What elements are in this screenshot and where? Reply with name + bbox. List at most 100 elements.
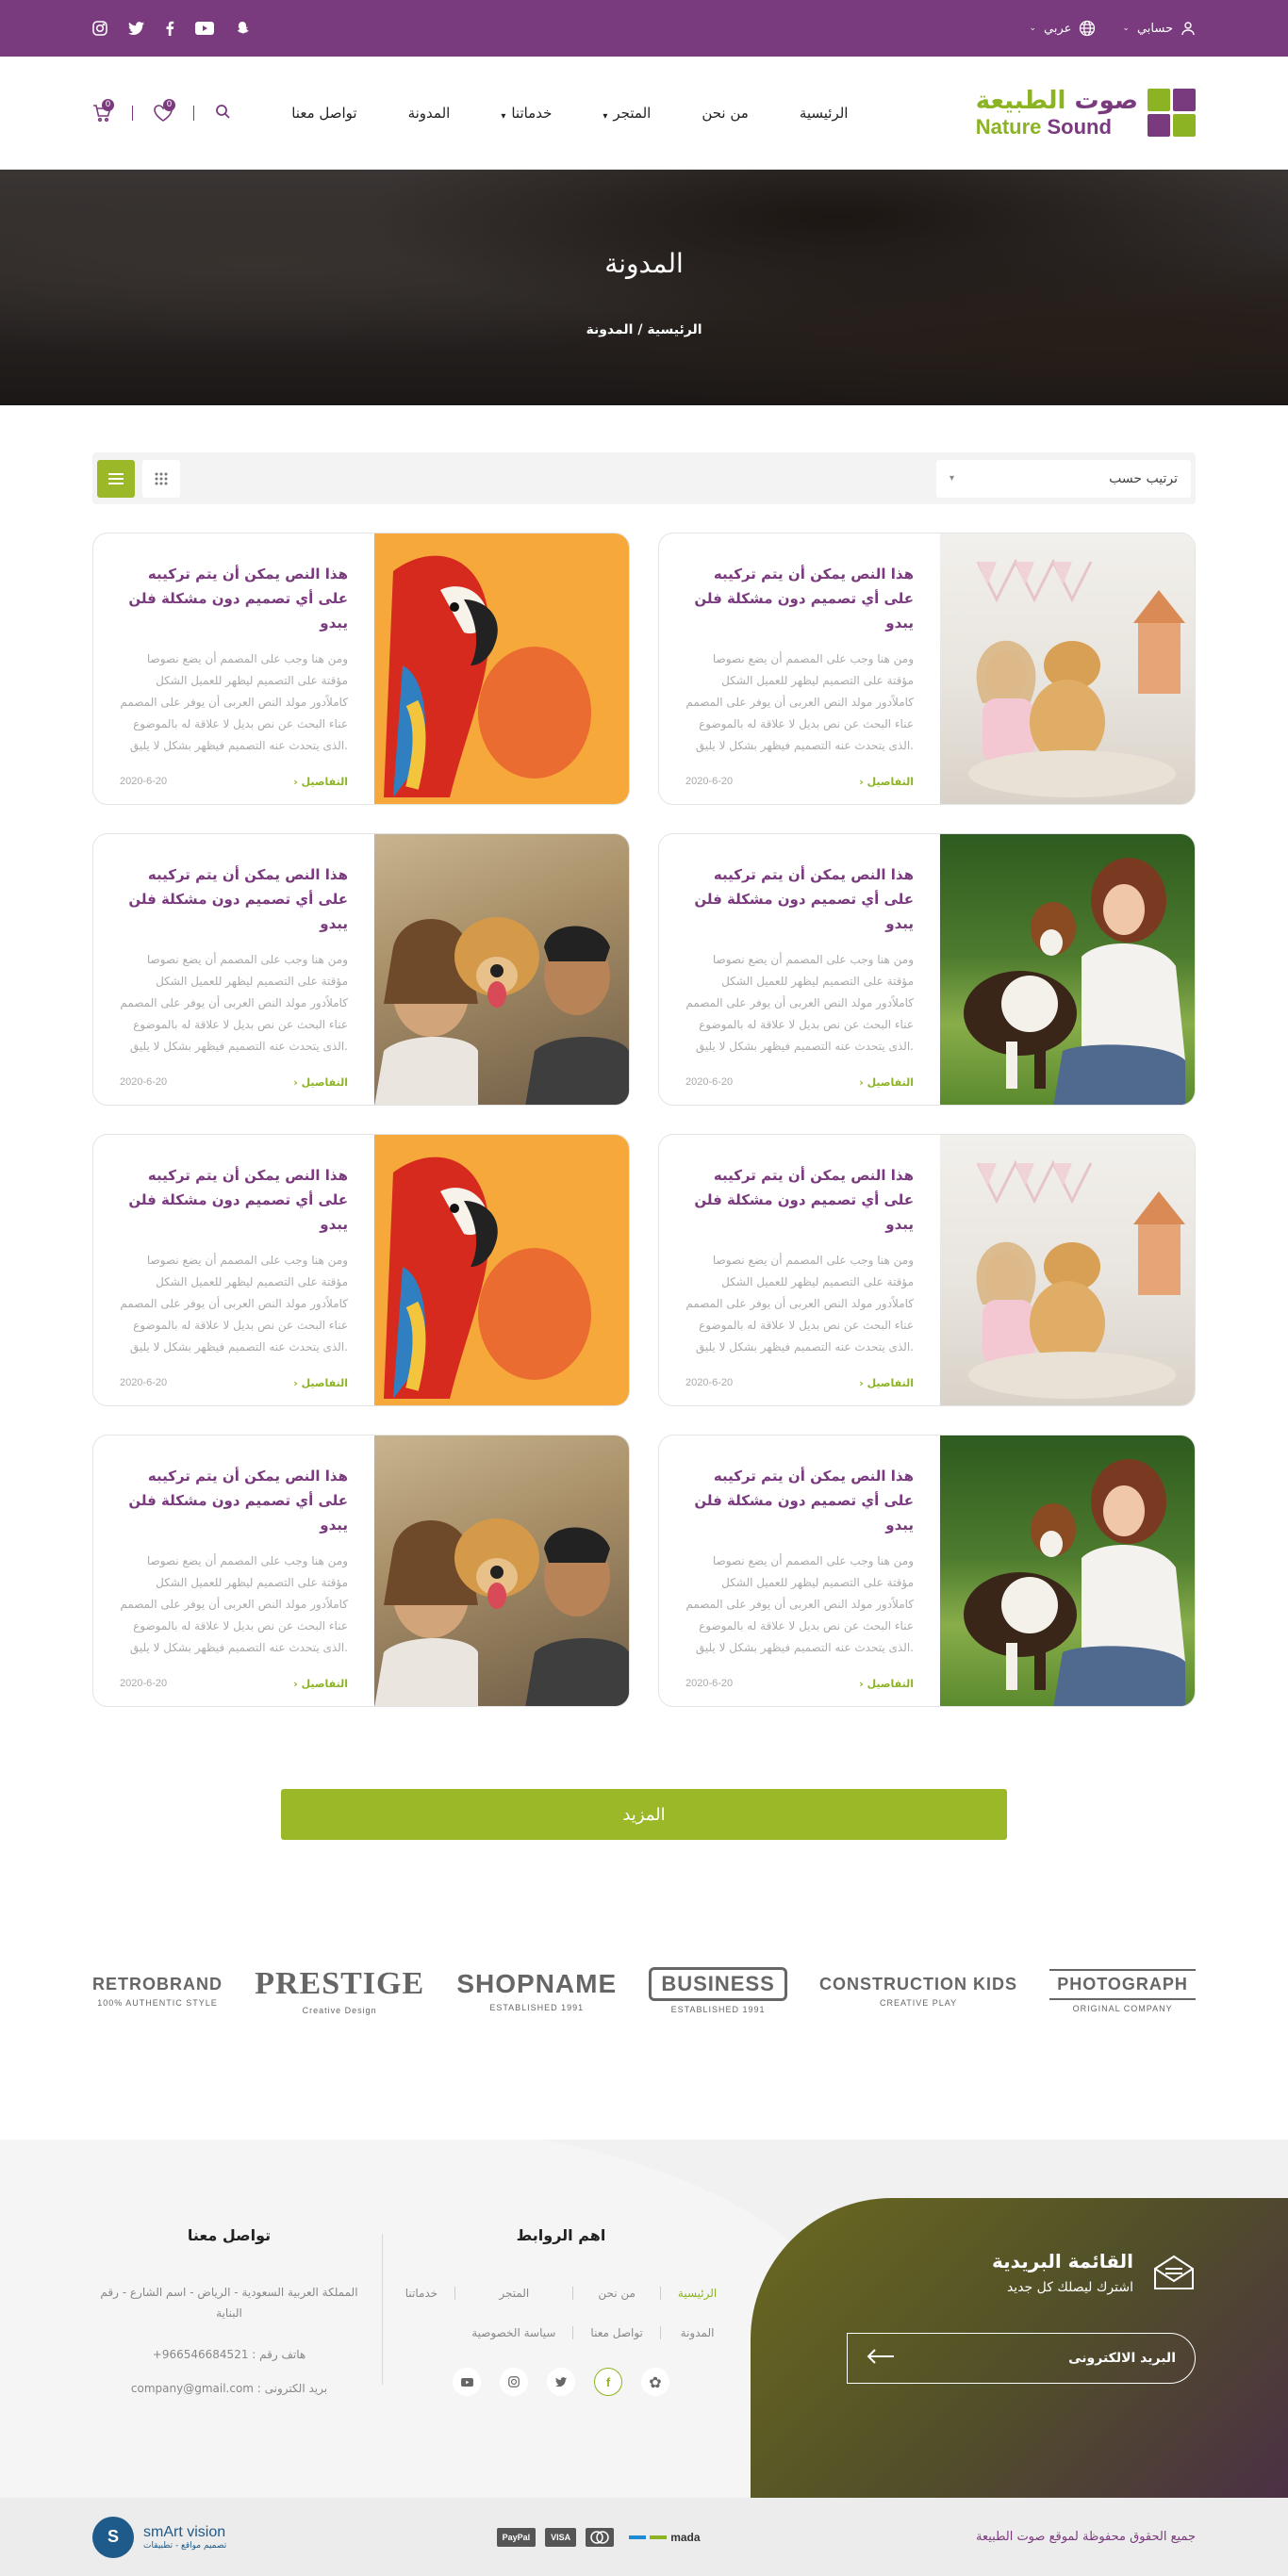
nav-item-services[interactable]: خدماتنا ▾ bbox=[501, 104, 553, 123]
twitter-icon[interactable] bbox=[128, 22, 144, 35]
chevron-left-icon: ‹ bbox=[859, 776, 864, 788]
blog-title[interactable]: هذا النص يمكن أن يتم تركيبه على أي تصميم… bbox=[685, 1163, 914, 1237]
details-link[interactable]: التفاصيل ‹ bbox=[293, 1678, 348, 1690]
blog-image[interactable] bbox=[940, 1436, 1195, 1706]
blog-card[interactable]: هذا النص يمكن أن يتم تركيبه على أي تصميم… bbox=[92, 1134, 630, 1406]
blog-card[interactable]: هذا النص يمكن أن يتم تركيبه على أي تصميم… bbox=[658, 533, 1196, 805]
blog-card[interactable]: هذا النص يمكن أن يتم تركيبه على أي تصميم… bbox=[92, 1435, 630, 1707]
blog-meta: التفاصيل ‹ 2020-6-20 bbox=[120, 776, 348, 788]
footer-link-home[interactable]: الرئيسية bbox=[659, 2287, 734, 2300]
nav-item-contact[interactable]: تواصل معنا bbox=[291, 105, 356, 122]
contact-email[interactable]: بريد الكترونى : company@gmail.com bbox=[92, 2378, 366, 2399]
site-logo[interactable]: صوت الطبيعة Nature Sound bbox=[976, 89, 1196, 138]
footer-link-contact[interactable]: تواصل معنا bbox=[572, 2326, 659, 2339]
blog-title[interactable]: هذا النص يمكن أن يتم تركيبه على أي تصميم… bbox=[685, 862, 914, 936]
blog-card[interactable]: هذا النص يمكن أن يتم تركيبه على أي تصميم… bbox=[658, 1134, 1196, 1406]
logo-wordmark: صوت الطبيعة Nature Sound bbox=[976, 89, 1138, 138]
details-link[interactable]: التفاصيل ‹ bbox=[293, 1076, 348, 1089]
details-link[interactable]: التفاصيل ‹ bbox=[859, 1678, 914, 1690]
blog-card[interactable]: هذا النص يمكن أن يتم تركيبه على أي تصميم… bbox=[92, 833, 630, 1106]
details-link[interactable]: التفاصيل ‹ bbox=[859, 1377, 914, 1389]
instagram-icon[interactable] bbox=[500, 2368, 528, 2396]
blog-image[interactable] bbox=[374, 834, 629, 1105]
details-link[interactable]: التفاصيل ‹ bbox=[859, 776, 914, 788]
blog-image[interactable] bbox=[374, 1135, 629, 1405]
details-link[interactable]: التفاصيل ‹ bbox=[293, 776, 348, 788]
nav-label: المتجر bbox=[613, 104, 652, 122]
chevron-left-icon: ‹ bbox=[293, 1678, 298, 1690]
blog-title[interactable]: هذا النص يمكن أن يتم تركيبه على أي تصميم… bbox=[120, 862, 348, 936]
blog-excerpt: ومن هنا وجب على المصمم أن يضع نصوصا مؤقت… bbox=[685, 953, 914, 1053]
language-label: عربي bbox=[1044, 21, 1072, 36]
blog-title[interactable]: هذا النص يمكن أن يتم تركيبه على أي تصميم… bbox=[120, 1163, 348, 1237]
blog-title[interactable]: هذا النص يمكن أن يتم تركيبه على أي تصميم… bbox=[685, 1464, 914, 1537]
blog-body: هذا النص يمكن أن يتم تركيبه على أي تصميم… bbox=[659, 834, 940, 1105]
blog-image[interactable] bbox=[940, 533, 1195, 804]
main-header: صوت الطبيعة Nature Sound الرئيسية من نحن… bbox=[0, 57, 1288, 170]
snapchat-icon[interactable] bbox=[235, 21, 250, 36]
facebook-icon[interactable] bbox=[165, 21, 174, 36]
cart-button[interactable]: 0 bbox=[92, 98, 115, 122]
blog-image[interactable] bbox=[940, 834, 1195, 1105]
mada-logo: mada bbox=[623, 2528, 705, 2547]
footer-link-about[interactable]: من نحن bbox=[572, 2287, 659, 2300]
blog-card[interactable]: هذا النص يمكن أن يتم تركيبه على أي تصميم… bbox=[658, 1435, 1196, 1707]
newsletter-email-field[interactable]: البريد الالكترونى bbox=[847, 2333, 1196, 2384]
footer-link-services[interactable]: خدماتنا bbox=[388, 2287, 454, 2300]
footer-links-title: اهم الروابط bbox=[516, 2226, 606, 2244]
footer-link-shop[interactable]: المتجر bbox=[454, 2287, 572, 2300]
smart-vision-logo-icon: S bbox=[92, 2516, 134, 2558]
blog-title[interactable]: هذا النص يمكن أن يتم تركيبه على أي تصميم… bbox=[685, 562, 914, 635]
nav-item-blog[interactable]: المدونة bbox=[408, 105, 451, 122]
cart-count: 0 bbox=[102, 98, 115, 111]
blog-card[interactable]: هذا النص يمكن أن يتم تركيبه على أي تصميم… bbox=[92, 533, 630, 805]
blog-image[interactable] bbox=[374, 1436, 629, 1706]
brand-logo[interactable]: CONSTRUCTION KIDS CREATIVE PLAY bbox=[819, 1975, 1017, 2008]
facebook-icon[interactable]: f bbox=[594, 2368, 622, 2396]
brand-logo[interactable]: SHOPNAME ESTABLISHED 1991 bbox=[456, 1969, 617, 2012]
sort-select[interactable]: ترتيب حسب ▾ bbox=[936, 459, 1191, 498]
language-menu[interactable]: عربي ⌄ bbox=[1029, 20, 1096, 37]
blog-body: هذا النص يمكن أن يتم تركيبه على أي تصميم… bbox=[93, 533, 374, 804]
twitter-icon[interactable] bbox=[547, 2368, 575, 2396]
footer-links: اهم الروابط الرئيسية من نحن المتجر خدمات… bbox=[387, 2226, 735, 2396]
grid-view-button[interactable] bbox=[142, 459, 180, 498]
brand-logo[interactable]: PRESTIGE Creative Design bbox=[255, 1966, 424, 2015]
load-more-button[interactable]: المزيد bbox=[281, 1789, 1007, 1840]
brand-logo[interactable]: RETROBRAND 100% AUTHENTIC STYLE bbox=[92, 1975, 223, 2008]
nav-item-shop[interactable]: المتجر ▾ bbox=[603, 104, 652, 123]
contact-phone[interactable]: هاتف رقم : 966546684521+ bbox=[92, 2344, 366, 2365]
blog-meta: التفاصيل ‹ 2020-6-20 bbox=[685, 1377, 914, 1389]
blog-image[interactable] bbox=[374, 533, 629, 804]
blog-title[interactable]: هذا النص يمكن أن يتم تركيبه على أي تصميم… bbox=[120, 1464, 348, 1537]
payment-methods: PayPal VISA mada bbox=[496, 2527, 706, 2547]
account-menu[interactable]: حسابي ⌄ bbox=[1122, 21, 1196, 36]
brand-logo[interactable]: BUSINESS ESTABLISHED 1991 bbox=[649, 1967, 787, 2014]
blog-card[interactable]: هذا النص يمكن أن يتم تركيبه على أي تصميم… bbox=[658, 833, 1196, 1106]
details-link[interactable]: التفاصيل ‹ bbox=[293, 1377, 348, 1389]
footer-link-blog[interactable]: المدونة bbox=[659, 2326, 734, 2339]
footer-link-privacy[interactable]: سياسة الخصوصية bbox=[454, 2326, 572, 2339]
nav-label: خدماتنا bbox=[511, 104, 553, 122]
youtube-icon[interactable] bbox=[195, 22, 214, 35]
details-link[interactable]: التفاصيل ‹ bbox=[859, 1076, 914, 1089]
developer-credit[interactable]: S smArt vision تصميم مواقع - تطبيقات bbox=[92, 2516, 226, 2558]
arrow-left-icon[interactable] bbox=[867, 2348, 895, 2369]
mastercard-logo bbox=[586, 2527, 615, 2547]
user-icon bbox=[1181, 22, 1195, 36]
blog-title[interactable]: هذا النص يمكن أن يتم تركيبه على أي تصميم… bbox=[120, 562, 348, 635]
blog-meta: التفاصيل ‹ 2020-6-20 bbox=[685, 776, 914, 788]
blog-meta: التفاصيل ‹ 2020-6-20 bbox=[685, 1076, 914, 1089]
instagram-icon[interactable] bbox=[92, 21, 107, 36]
list-view-button[interactable] bbox=[97, 459, 135, 498]
nav-item-about[interactable]: من نحن bbox=[702, 105, 749, 122]
newsletter-subtitle: اشترك ليصلك كل جديد bbox=[1006, 2280, 1133, 2295]
blog-image[interactable] bbox=[940, 1135, 1195, 1405]
search-icon[interactable] bbox=[215, 104, 230, 123]
wishlist-button[interactable]: 0 bbox=[154, 98, 176, 122]
snapchat-icon[interactable]: ✿ bbox=[641, 2368, 669, 2396]
logo-english: Nature Sound bbox=[975, 114, 1112, 139]
nav-item-home[interactable]: الرئيسية bbox=[800, 105, 849, 122]
brand-logo[interactable]: PHOTOGRAPH ORIGINAL COMPANY bbox=[1049, 1968, 1196, 2013]
youtube-icon[interactable] bbox=[453, 2368, 481, 2396]
